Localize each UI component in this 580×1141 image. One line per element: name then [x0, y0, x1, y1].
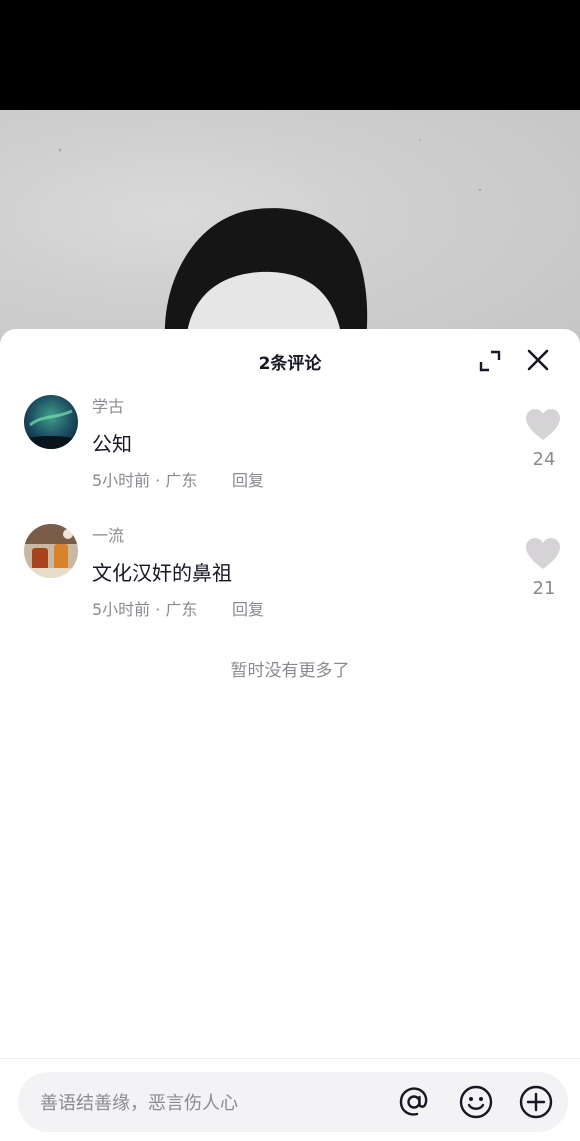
divider: [0, 1058, 580, 1059]
heart-icon[interactable]: [525, 408, 561, 442]
comment-text: 公知: [92, 432, 132, 456]
comment-text: 文化汉奸的鼻祖: [92, 561, 232, 585]
no-more-comments-text: 暂时没有更多了: [230, 661, 350, 681]
reply-button[interactable]: 回复: [232, 467, 264, 491]
reply-button[interactable]: 回复: [232, 596, 264, 620]
like-count: 24: [532, 449, 556, 470]
close-icon[interactable]: [524, 346, 552, 374]
comment-time-location: 5小时前 · 广东: [92, 600, 198, 619]
comment-username[interactable]: 学古: [92, 393, 124, 417]
comment-item: 学古 公知 5小时前 · 广东 回复 24: [0, 395, 580, 505]
avatar[interactable]: [24, 395, 78, 449]
comment-username[interactable]: 一流: [92, 522, 124, 546]
like-count: 21: [532, 578, 556, 599]
emoji-icon[interactable]: [458, 1084, 494, 1120]
aurora-avatar-image: [24, 395, 78, 449]
expand-icon[interactable]: [477, 348, 503, 374]
heart-icon[interactable]: [525, 537, 561, 571]
avatar[interactable]: [24, 524, 78, 578]
plus-circle-icon[interactable]: [518, 1084, 554, 1120]
at-icon[interactable]: [396, 1084, 432, 1120]
comments-sheet: 2条评论 学古 公知 5小时前 · 广东 回复 24 一流 文化汉奸的鼻祖 5小…: [0, 329, 580, 1141]
comment-input-bar: [18, 1072, 568, 1134]
comment-input[interactable]: [38, 1072, 382, 1134]
food-avatar-image: [24, 524, 78, 578]
comment-time-location: 5小时前 · 广东: [92, 471, 198, 490]
comment-item: 一流 文化汉奸的鼻祖 5小时前 · 广东 回复 21: [0, 524, 580, 634]
